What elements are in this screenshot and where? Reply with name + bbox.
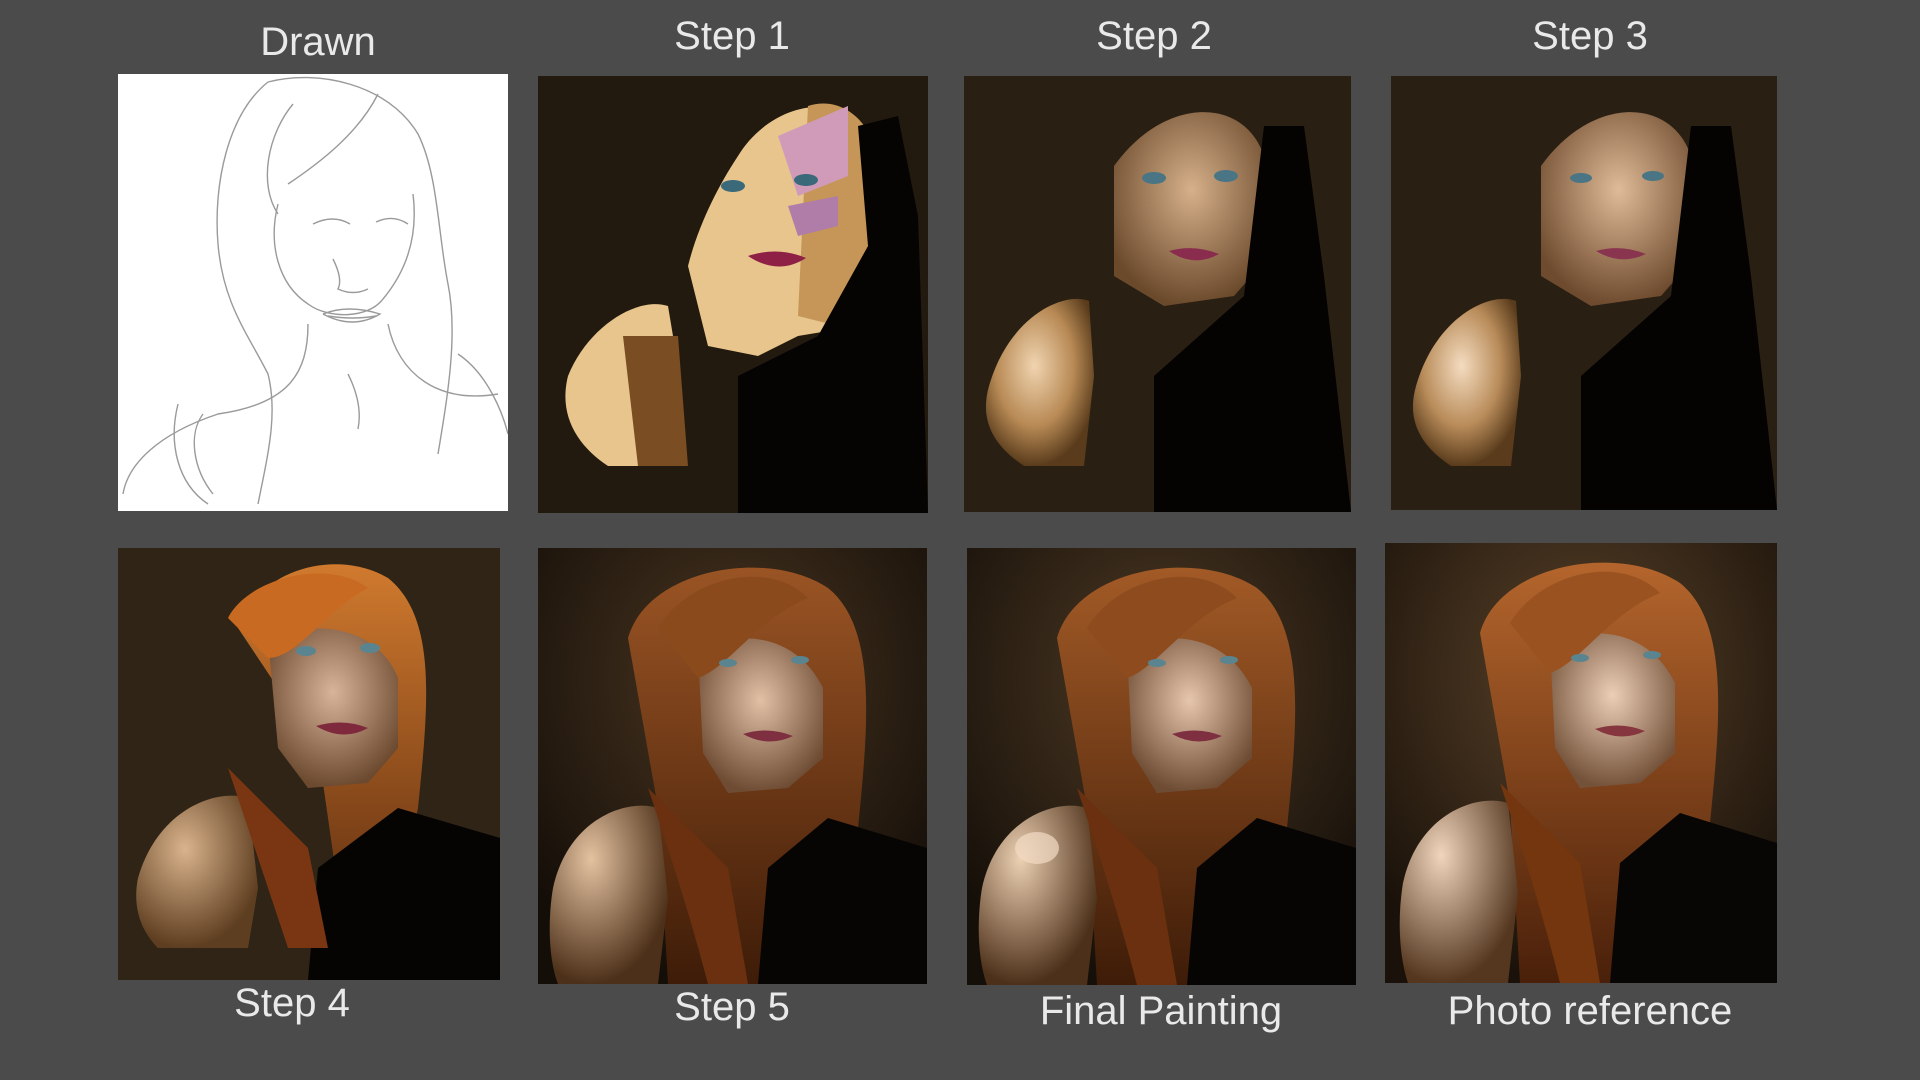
panel-step-5 bbox=[538, 548, 927, 984]
step-4-painting bbox=[118, 548, 500, 980]
panel-step-4 bbox=[118, 548, 500, 980]
panel-step-3 bbox=[1391, 76, 1777, 510]
step-1-painting bbox=[538, 76, 928, 513]
sketch-illustration bbox=[122, 76, 508, 505]
panel-final-painting bbox=[967, 548, 1356, 985]
caption-drawn: Drawn bbox=[260, 20, 376, 64]
step-2-painting bbox=[964, 76, 1351, 512]
photo-reference-image bbox=[1385, 543, 1777, 983]
final-painting bbox=[967, 548, 1356, 985]
panel-step-1 bbox=[538, 76, 928, 513]
caption-step-1: Step 1 bbox=[674, 14, 790, 58]
caption-step-3: Step 3 bbox=[1532, 14, 1648, 58]
panel-step-2 bbox=[964, 76, 1351, 512]
caption-step-4: Step 4 bbox=[234, 981, 350, 1025]
caption-final-painting: Final Painting bbox=[1039, 989, 1283, 1033]
step-5-painting bbox=[538, 548, 927, 984]
caption-step-5: Step 5 bbox=[674, 985, 790, 1029]
caption-photo-reference: Photo reference bbox=[1447, 989, 1733, 1033]
caption-step-2: Step 2 bbox=[1096, 14, 1212, 58]
step-3-painting bbox=[1391, 76, 1777, 510]
panel-drawn-sketch bbox=[118, 74, 508, 511]
panel-photo-reference bbox=[1385, 543, 1777, 983]
